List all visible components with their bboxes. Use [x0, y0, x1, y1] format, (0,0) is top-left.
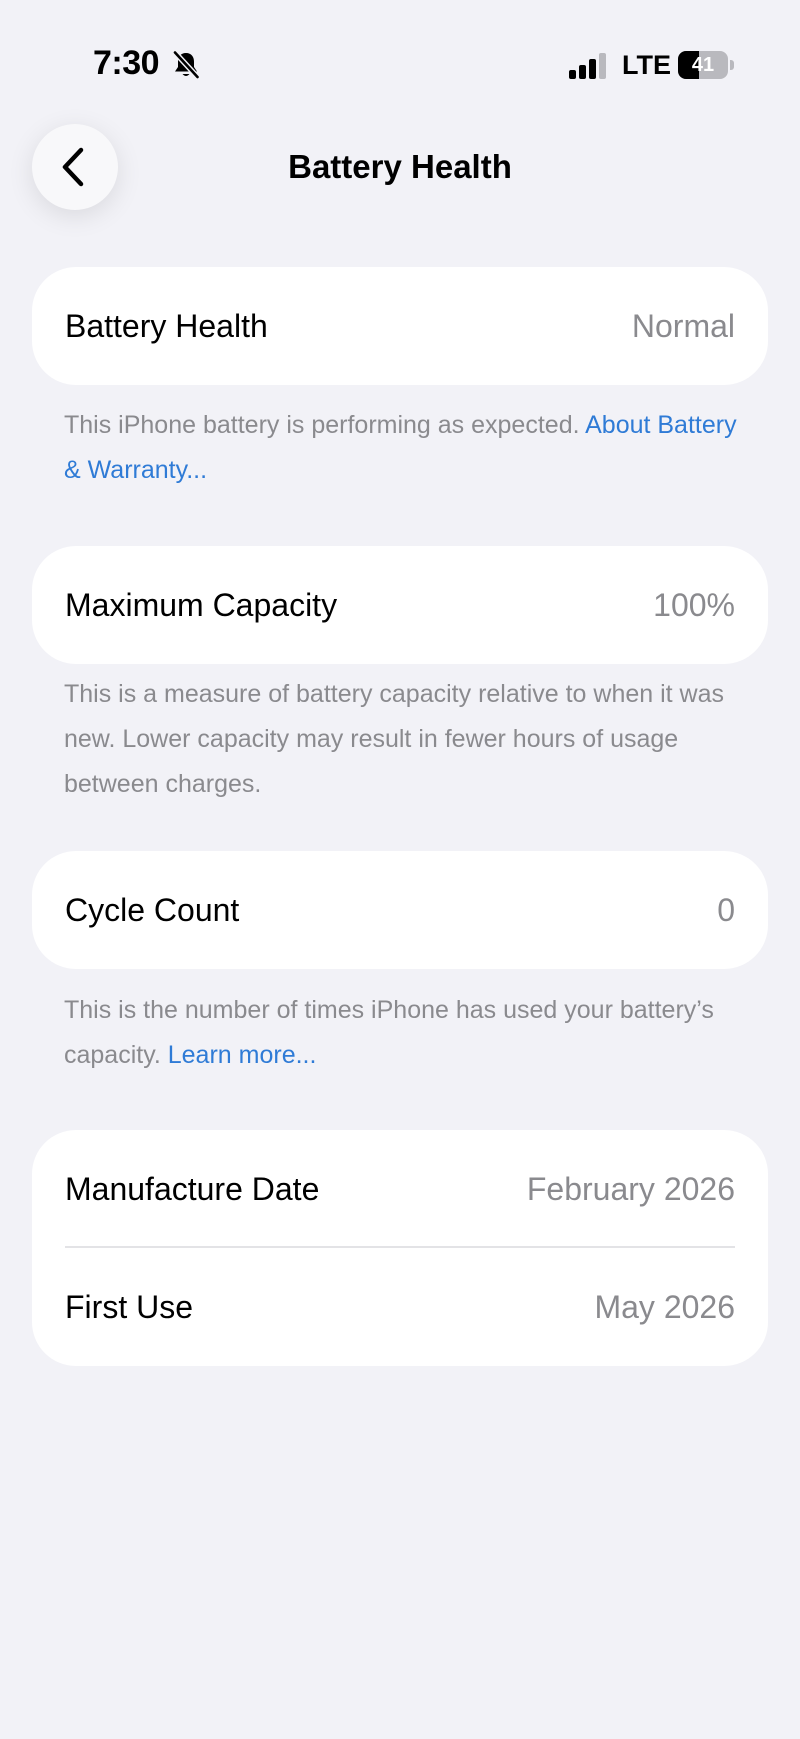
battery-icon: 41	[678, 51, 734, 79]
cycle-count-value: 0	[717, 892, 735, 928]
maximum-capacity-row: Maximum Capacity 100%	[32, 546, 768, 664]
first-use-value: May 2026	[594, 1289, 735, 1325]
battery-health-label: Battery Health	[65, 308, 268, 344]
maximum-capacity-card: Maximum Capacity 100%	[32, 546, 768, 664]
battery-health-card: Battery Health Normal	[32, 267, 768, 385]
bell-slash-icon	[172, 49, 201, 80]
cycle-count-card: Cycle Count 0	[32, 851, 768, 969]
battery-health-footnote-text: This iPhone battery is performing as exp…	[64, 411, 586, 439]
network-type-label: LTE	[622, 50, 671, 80]
first-use-label: First Use	[65, 1289, 193, 1325]
page-title: Battery Health	[288, 148, 512, 185]
cellular-signal-icon	[569, 53, 609, 79]
cycle-count-footnote: This is the number of times iPhone has u…	[64, 988, 744, 1078]
maximum-capacity-footnote: This is a measure of battery capacity re…	[64, 680, 725, 798]
battery-health-row: Battery Health Normal	[32, 267, 768, 385]
maximum-capacity-value: 100%	[653, 587, 735, 623]
battery-level-text: 41	[691, 54, 715, 76]
battery-dates-card: Manufacture Date February 2026 First Use…	[32, 1130, 768, 1366]
cycle-count-label: Cycle Count	[65, 892, 240, 928]
status-bar: 7:30 LTE 41	[0, 0, 800, 110]
battery-tip	[730, 60, 734, 70]
maximum-capacity-label: Maximum Capacity	[65, 587, 338, 623]
battery-health-value: Normal	[631, 308, 735, 344]
battery-body: 41	[678, 51, 728, 79]
manufacture-date-value: February 2026	[526, 1171, 735, 1207]
first-use-row: First Use May 2026	[32, 1248, 768, 1366]
cycle-count-footnote-text: This is the number of times iPhone has u…	[64, 996, 714, 1069]
manufacture-date-row: Manufacture Date February 2026	[32, 1130, 768, 1248]
status-time: 7:30	[93, 44, 160, 82]
cycle-count-row: Cycle Count 0	[32, 851, 768, 969]
learn-more-link[interactable]: Learn more...	[168, 1041, 317, 1069]
battery-health-footnote: This iPhone battery is performing as exp…	[64, 403, 744, 493]
manufacture-date-label: Manufacture Date	[65, 1171, 320, 1207]
battery-health-screen: 7:30 LTE 41 Battery Health Battery Healt…	[0, 0, 800, 1739]
